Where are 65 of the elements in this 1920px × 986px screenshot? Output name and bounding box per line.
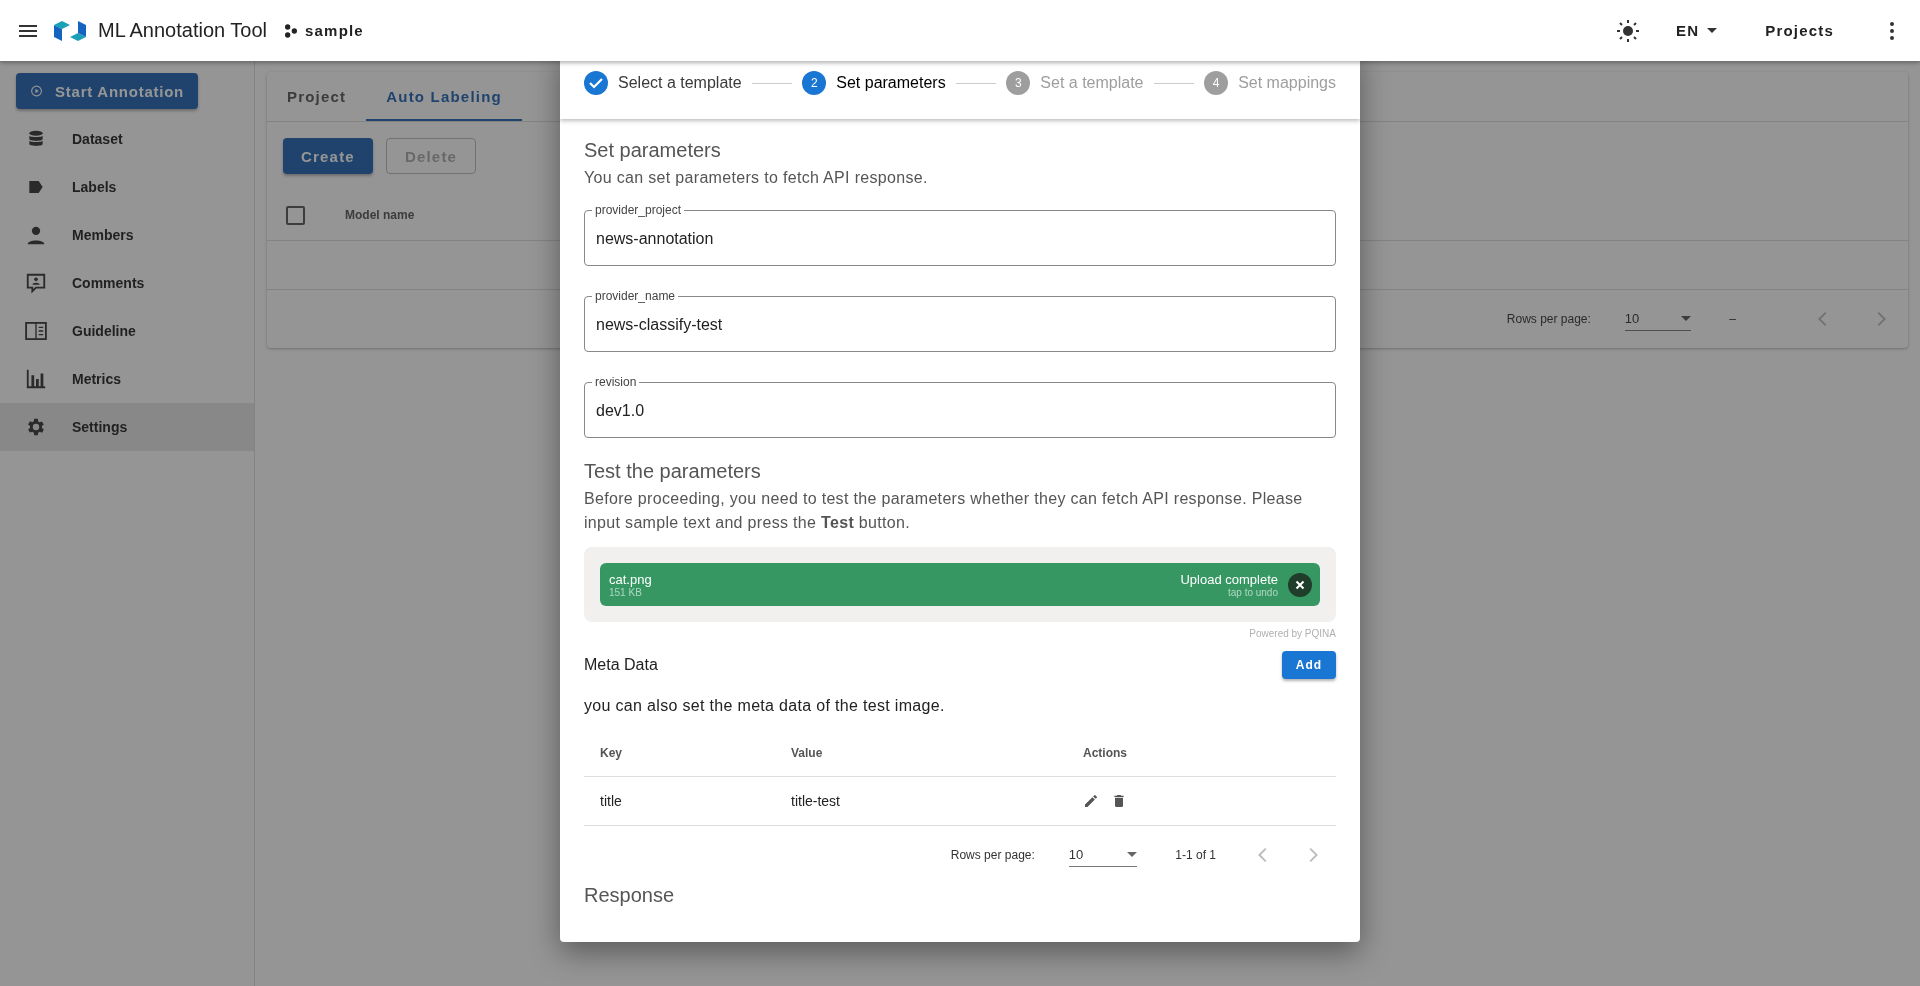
checkbox[interactable]: [286, 205, 305, 225]
rows-per-page-select[interactable]: 10: [1624, 307, 1692, 331]
step[interactable]: Select a template: [584, 71, 742, 95]
file-name: cat.png: [609, 571, 652, 587]
app-title: ML Annotation Tool: [98, 19, 267, 42]
delete-icon[interactable]: [1111, 793, 1127, 809]
sidebar-item[interactable]: Guideline: [0, 307, 254, 355]
step-number: 4: [1204, 71, 1229, 95]
section-description: You can set parameters to fetch API response.: [584, 168, 929, 188]
caret-icon: [1681, 316, 1692, 321]
sidebar-item[interactable]: Dataset: [0, 115, 254, 163]
page-range: 1-1 of 1: [1175, 848, 1216, 862]
column-header: Actions: [1083, 745, 1128, 760]
language-menu[interactable]: EN: [1669, 21, 1724, 40]
undo-hint: tap to undo: [1227, 586, 1278, 598]
input-field[interactable]: provider_name news-classify-test: [584, 288, 1336, 352]
input-field[interactable]: provider_project news-annotation: [584, 202, 1336, 266]
create-button[interactable]: Create: [283, 138, 373, 174]
settings-icon: [25, 416, 47, 438]
caret-icon: [1707, 28, 1718, 33]
column-header[interactable]: Model name: [345, 208, 415, 222]
section-title: Set parameters: [584, 139, 722, 162]
step[interactable]: 2 Set parameters: [802, 71, 946, 95]
upload-status: Upload complete: [1180, 571, 1278, 587]
cube-logo-icon: [52, 18, 88, 43]
meta-data-title: Meta Data: [584, 656, 658, 674]
sidebar-item[interactable]: Comments: [0, 259, 254, 307]
sidebar-item[interactable]: Members: [0, 211, 254, 259]
step[interactable]: 3 Set a template: [1006, 71, 1144, 95]
meta-data-description: you can also set the meta data of the test image.: [584, 697, 946, 715]
project-name[interactable]: sample: [305, 22, 364, 39]
hub-icon: [283, 22, 299, 39]
bar-chart-icon: [25, 368, 47, 390]
add-button[interactable]: Add: [1281, 651, 1336, 679]
section-title: Test the parameters: [584, 460, 762, 483]
play-circle-icon: [30, 82, 44, 100]
book-icon: [24, 322, 48, 340]
section-title: Response: [584, 884, 676, 906]
projects-button[interactable]: Projects: [1759, 21, 1840, 40]
edit-icon[interactable]: [1083, 793, 1099, 809]
input-field[interactable]: revision dev1.0: [584, 374, 1336, 438]
close-icon[interactable]: [1288, 572, 1312, 597]
table-cell-text: title: [600, 793, 623, 809]
section-description: Before proceeding, you need to test the parameters whether they can fetch API response. Please input sample text and press the Test button.: [584, 489, 1304, 533]
sidebar-item[interactable]: Metrics: [0, 355, 254, 403]
sidebar-item[interactable]: Settings: [0, 403, 254, 451]
comment-icon: [25, 272, 47, 294]
table-cell-text: title-test: [791, 793, 841, 809]
rows-per-page-label: Rows per page:: [950, 848, 1035, 862]
caret-icon: [1127, 852, 1138, 857]
column-header: Key: [600, 745, 623, 760]
page-range: –: [1729, 312, 1736, 326]
rows-per-page-select[interactable]: 10: [1068, 843, 1138, 867]
start-annotation-button[interactable]: Start Annotation: [16, 73, 198, 109]
sun-icon[interactable]: [1615, 18, 1640, 43]
step[interactable]: 4 Set mappings: [1204, 71, 1336, 95]
person-icon: [26, 225, 46, 245]
tab[interactable]: Project: [267, 72, 367, 121]
column-header: Value: [791, 745, 824, 760]
tab[interactable]: Auto Labeling: [366, 72, 522, 121]
step-number: 3: [1006, 71, 1031, 95]
rows-per-page-label: Rows per page:: [1506, 312, 1591, 326]
file-size: 151 KB: [609, 586, 642, 598]
step-number: 2: [802, 71, 827, 95]
sidebar-item[interactable]: Labels: [0, 163, 254, 211]
